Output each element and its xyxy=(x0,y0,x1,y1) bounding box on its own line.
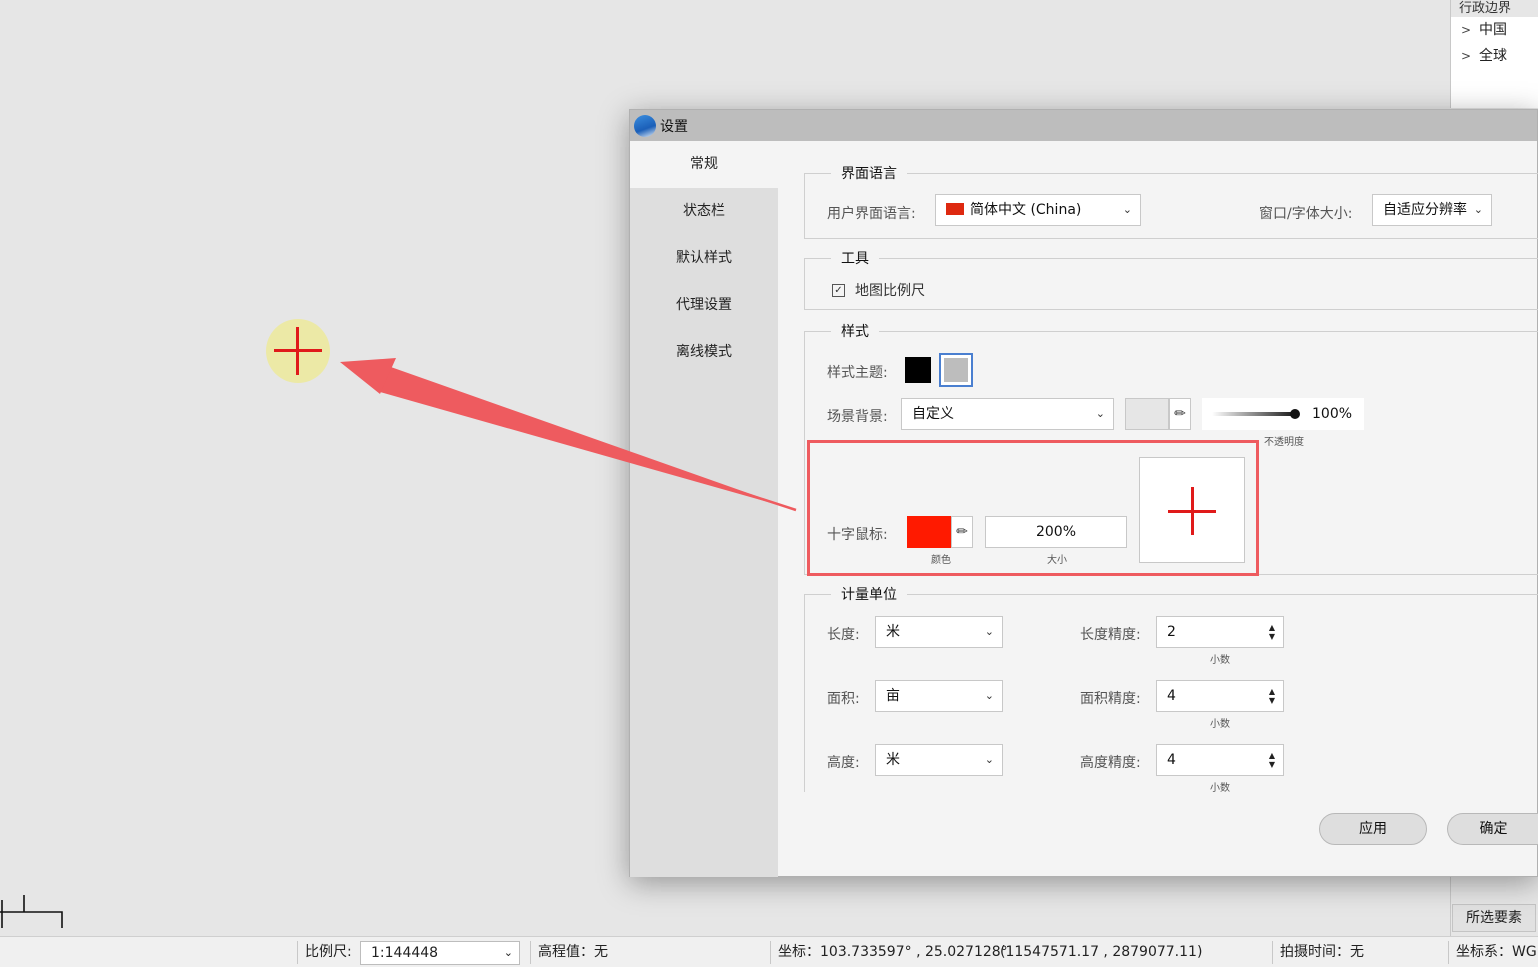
scene-bg-label: 场景背景: xyxy=(827,409,888,425)
scale-label: 比例尺: xyxy=(305,944,352,960)
layer-item-label: 全球 xyxy=(1479,48,1507,64)
chevron-down-icon: ⌄ xyxy=(984,753,994,766)
language-group: 界面语言 用户界面语言: 简体中文 (China) ⌄ 窗口/字体大小: 自适应… xyxy=(804,163,1538,239)
tools-group: 工具 ✓ 地图比例尺 xyxy=(804,248,1538,310)
status-bar: 比例尺: 1:144448 ⌄ 高程值：无 坐标：103.733597° , 2… xyxy=(0,936,1538,967)
layer-item-china[interactable]: > 中国 xyxy=(1451,17,1538,43)
height-label: 高度: xyxy=(827,755,860,771)
chevron-down-icon: ⌄ xyxy=(984,689,994,702)
area-unit-value: 亩 xyxy=(886,688,900,704)
scene-bg-select[interactable]: 自定义 ⌄ xyxy=(901,398,1114,430)
projected-coordinate-text: (11547571.17 , 2879077.11) xyxy=(1000,944,1203,960)
nav-item-proxy[interactable]: 代理设置 xyxy=(630,282,778,329)
units-group-title: 计量单位 xyxy=(831,584,907,604)
coordinate-text: 坐标：103.733597° , 25.027128° xyxy=(778,944,1008,960)
scale-select[interactable]: 1:144448 ⌄ xyxy=(360,941,520,965)
area-precision-value: 4 xyxy=(1167,688,1176,704)
ok-button[interactable]: 确定 xyxy=(1447,813,1538,845)
ui-language-value: 简体中文 (China) xyxy=(970,202,1082,218)
style-group-title: 样式 xyxy=(831,321,879,341)
chevron-down-icon: ⌄ xyxy=(1473,203,1483,216)
area-precision-stepper[interactable]: 4 ▲ ▼ xyxy=(1156,680,1284,712)
units-group: 计量单位 长度: 米 ⌄ 长度精度: 2 ▲ ▼ 小数 面积: 亩 ⌄ 面积精度:… xyxy=(804,584,1538,794)
layer-item-global[interactable]: > 全球 xyxy=(1451,43,1538,69)
scene-bg-color-swatch[interactable] xyxy=(1125,398,1169,430)
height-precision-stepper[interactable]: 4 ▲ ▼ xyxy=(1156,744,1284,776)
layer-item-label: 中国 xyxy=(1479,22,1507,38)
area-label: 面积: xyxy=(827,691,860,707)
status-separator xyxy=(1448,941,1449,964)
crs-text: 坐标系：WG xyxy=(1456,944,1537,960)
map-scale-checkbox[interactable]: ✓ xyxy=(832,284,845,297)
ui-language-label: 用户界面语言: xyxy=(827,206,916,222)
window-font-value: 自适应分辨率 xyxy=(1383,202,1467,218)
chevron-down-icon: ⌄ xyxy=(503,946,513,959)
dialog-titlebar[interactable]: 设置 xyxy=(630,110,1537,141)
decimal-caption: 小数 xyxy=(1210,655,1230,666)
nav-item-default-style[interactable]: 默认样式 xyxy=(630,235,778,282)
height-precision-label: 高度精度: xyxy=(1080,755,1141,771)
settings-nav: 常规 状态栏 默认样式 代理设置 离线模式 xyxy=(630,141,778,877)
decimal-caption: 小数 xyxy=(1210,783,1230,794)
length-precision-label: 长度精度: xyxy=(1080,627,1141,643)
nav-item-general[interactable]: 常规 xyxy=(630,141,778,188)
window-font-label: 窗口/字体大小: xyxy=(1259,206,1353,222)
slider-knob[interactable] xyxy=(1290,409,1300,419)
ui-language-select[interactable]: 简体中文 (China) ⌄ xyxy=(935,194,1141,226)
theme-dark-swatch[interactable] xyxy=(905,357,931,383)
crosshair-highlight-box xyxy=(807,440,1259,576)
opacity-value: 100% xyxy=(1312,406,1353,422)
selected-features-button[interactable]: 所选要素 xyxy=(1452,904,1536,932)
stepper-arrows-icon[interactable]: ▲ ▼ xyxy=(1269,623,1275,641)
area-unit-select[interactable]: 亩 ⌄ xyxy=(875,680,1003,712)
theme-label: 样式主题: xyxy=(827,365,888,381)
chevron-down-icon: ⌄ xyxy=(984,625,994,638)
eyedropper-icon[interactable]: ✏ xyxy=(1169,398,1191,430)
map-scale-checkbox-label: 地图比例尺 xyxy=(855,283,925,299)
stepper-arrows-icon[interactable]: ▲ ▼ xyxy=(1269,751,1275,769)
theme-light-swatch[interactable] xyxy=(939,353,973,387)
language-group-title: 界面语言 xyxy=(831,163,907,183)
app-logo-icon xyxy=(634,114,656,137)
apply-button[interactable]: 应用 xyxy=(1319,813,1427,845)
scale-value: 1:144448 xyxy=(371,945,439,961)
opacity-caption: 不透明度 xyxy=(1264,437,1304,448)
crosshair-cursor-icon xyxy=(266,319,330,383)
chevron-down-icon: ⌄ xyxy=(1122,203,1132,216)
height-unit-value: 米 xyxy=(886,752,900,768)
length-precision-value: 2 xyxy=(1167,624,1176,640)
nav-item-statusbar[interactable]: 状态栏 xyxy=(630,188,778,235)
layer-panel-header: 行政边界 xyxy=(1451,0,1538,17)
chevron-right-icon[interactable]: > xyxy=(1461,43,1479,69)
map-scale-bar-icon xyxy=(0,895,63,928)
length-precision-stepper[interactable]: 2 ▲ ▼ xyxy=(1156,616,1284,648)
stepper-arrows-icon[interactable]: ▲ ▼ xyxy=(1269,687,1275,705)
status-separator xyxy=(770,941,771,964)
status-separator xyxy=(1272,941,1273,964)
dialog-title: 设置 xyxy=(660,118,688,135)
area-precision-label: 面积精度: xyxy=(1080,691,1141,707)
status-separator xyxy=(297,941,298,964)
scene-bg-value: 自定义 xyxy=(912,406,954,422)
nav-item-offline[interactable]: 离线模式 xyxy=(630,329,778,376)
decimal-caption: 小数 xyxy=(1210,719,1230,730)
window-font-select[interactable]: 自适应分辨率 ⌄ xyxy=(1372,194,1492,226)
china-flag-icon xyxy=(946,203,964,215)
length-unit-value: 米 xyxy=(886,624,900,640)
opacity-slider[interactable]: 100% xyxy=(1202,398,1364,430)
height-unit-select[interactable]: 米 ⌄ xyxy=(875,744,1003,776)
tools-group-title: 工具 xyxy=(831,248,879,268)
chevron-right-icon[interactable]: > xyxy=(1461,17,1479,43)
height-precision-value: 4 xyxy=(1167,752,1176,768)
layer-panel: 行政边界 > 中国 > 全球 xyxy=(1450,0,1538,108)
capture-time-text: 拍摄时间：无 xyxy=(1280,944,1364,960)
length-label: 长度: xyxy=(827,627,860,643)
chevron-down-icon: ⌄ xyxy=(1095,407,1105,420)
status-separator xyxy=(530,941,531,964)
length-unit-select[interactable]: 米 ⌄ xyxy=(875,616,1003,648)
elevation-text: 高程值：无 xyxy=(538,944,608,960)
